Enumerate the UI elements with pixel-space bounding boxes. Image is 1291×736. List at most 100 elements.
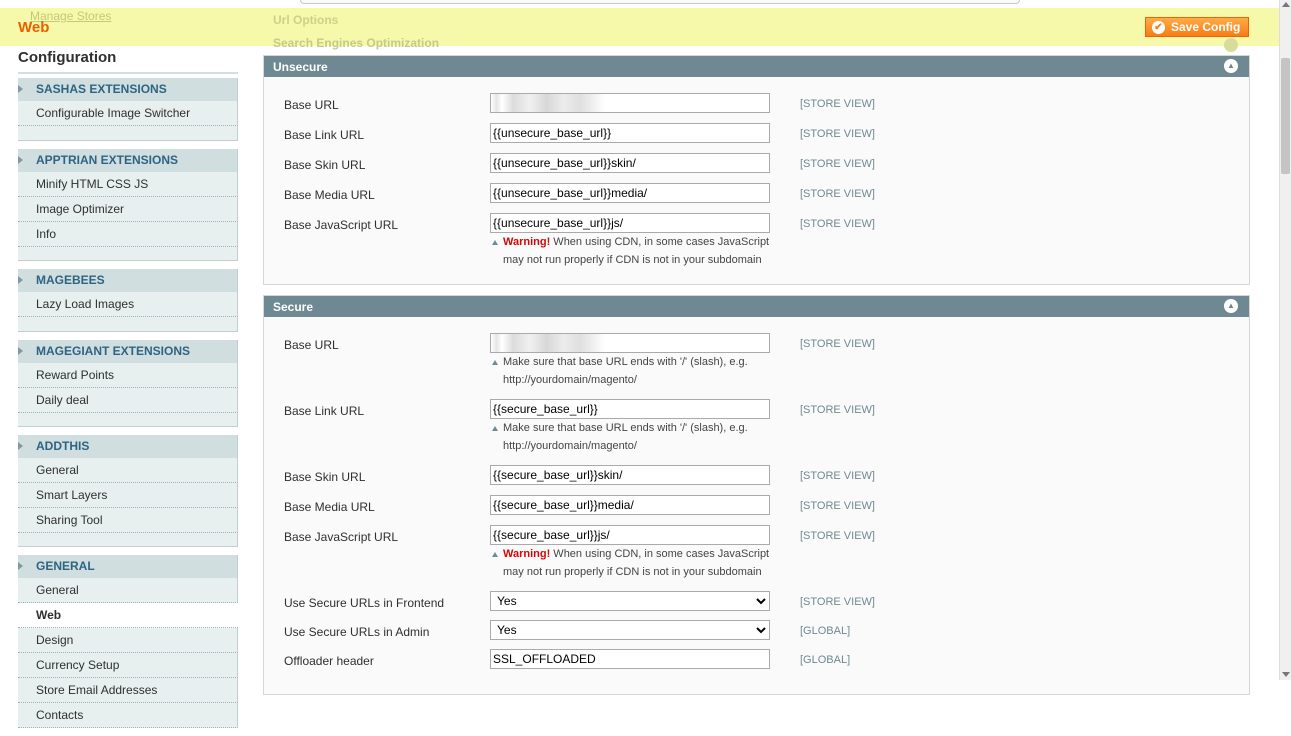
secure-base-skin-url-input[interactable] bbox=[490, 465, 770, 485]
sidebar-group-title[interactable]: ADDTHIS bbox=[18, 435, 238, 458]
cdn-warning-note: Warning! When using CDN, in some cases J… bbox=[490, 545, 780, 581]
sidebar-item-image-optimizer[interactable]: Image Optimizer bbox=[18, 197, 238, 222]
url-options-section-header[interactable]: Url Options bbox=[273, 13, 338, 27]
sidebar-item-sharing-tool[interactable]: Sharing Tool bbox=[18, 508, 238, 533]
browser-top-edge bbox=[0, 0, 1279, 8]
checkmark-icon: ✔ bbox=[1152, 21, 1165, 34]
sidebar-item-store-email-addresses[interactable]: Store Email Addresses bbox=[18, 678, 238, 703]
slash-hint-note: Make sure that base URL ends with '/' (s… bbox=[490, 353, 780, 389]
secure-section-header[interactable]: Secure ▲ bbox=[264, 296, 1249, 317]
secure-section: Secure ▲ Base URL [STORE VIEW] Make sure… bbox=[263, 295, 1250, 695]
sidebar-group-title[interactable]: MAGEGIANT EXTENSIONS bbox=[18, 340, 238, 363]
sidebar-item-reward-points[interactable]: Reward Points bbox=[18, 363, 238, 388]
secure-base-url-input[interactable] bbox=[490, 333, 770, 353]
offloader-header-input[interactable] bbox=[490, 649, 770, 669]
field-label: Offloader header bbox=[284, 654, 374, 668]
section-title: Unsecure bbox=[273, 60, 328, 74]
unsecure-section: Unsecure ▲ Base URL [STORE VIEW] Base Li… bbox=[263, 55, 1250, 285]
field-label: Base URL bbox=[284, 338, 339, 352]
cdn-warning-note: Warning! When using CDN, in some cases J… bbox=[490, 233, 780, 269]
scroll-down-arrow-icon[interactable] bbox=[1282, 672, 1290, 677]
secure-base-link-url-input[interactable] bbox=[490, 399, 770, 419]
sidebar-group-spacer bbox=[18, 126, 238, 141]
field-label: Base URL bbox=[284, 98, 339, 112]
page-scrollbar[interactable] bbox=[1279, 0, 1291, 680]
field-label: Base JavaScript URL bbox=[284, 218, 399, 232]
sidebar-item-configurable-image-switcher[interactable]: Configurable Image Switcher bbox=[18, 101, 238, 126]
field-label: Base Skin URL bbox=[284, 470, 366, 484]
scope-label: [STORE VIEW] bbox=[800, 218, 875, 230]
sidebar-group-addthis: ADDTHIS General Smart Layers Sharing Too… bbox=[18, 435, 238, 547]
scope-label: [STORE VIEW] bbox=[800, 596, 875, 608]
use-secure-frontend-select[interactable]: Yes bbox=[490, 591, 770, 611]
field-label: Base Link URL bbox=[284, 404, 365, 418]
sidebar-group-title[interactable]: SASHAS EXTENSIONS bbox=[18, 78, 238, 101]
unsecure-base-url-input[interactable] bbox=[490, 93, 770, 113]
sidebar-group-title[interactable]: GENERAL bbox=[18, 555, 238, 578]
scope-label: [STORE VIEW] bbox=[800, 338, 875, 350]
sidebar-item-general[interactable]: General bbox=[18, 578, 238, 603]
unsecure-section-header[interactable]: Unsecure ▲ bbox=[264, 56, 1249, 77]
sidebar-item-web[interactable]: Web bbox=[18, 603, 238, 628]
slash-hint-note: Make sure that base URL ends with '/' (s… bbox=[490, 419, 780, 455]
save-config-label: Save Config bbox=[1171, 20, 1241, 34]
sidebar-group-spacer bbox=[18, 533, 238, 547]
sidebar-item-daily-deal[interactable]: Daily deal bbox=[18, 388, 238, 413]
sidebar-group-magegiant: MAGEGIANT EXTENSIONS Reward Points Daily… bbox=[18, 340, 238, 427]
sidebar-group-spacer bbox=[18, 413, 238, 427]
field-label: Base Media URL bbox=[284, 500, 375, 514]
section-title: Secure bbox=[273, 300, 314, 314]
field-label: Base Link URL bbox=[284, 128, 365, 142]
scope-label: [STORE VIEW] bbox=[800, 500, 875, 512]
warning-label: Warning! bbox=[503, 548, 551, 560]
warning-label: Warning! bbox=[503, 236, 551, 248]
use-secure-admin-select[interactable]: Yes bbox=[490, 620, 770, 640]
scope-label: [STORE VIEW] bbox=[800, 530, 875, 542]
scope-label: [STORE VIEW] bbox=[800, 470, 875, 482]
field-label: Base Skin URL bbox=[284, 158, 366, 172]
sidebar-group-apptrian: APPTRIAN EXTENSIONS Minify HTML CSS JS I… bbox=[18, 149, 238, 261]
unsecure-base-media-url-input[interactable] bbox=[490, 183, 770, 203]
scope-label: [STORE VIEW] bbox=[800, 188, 875, 200]
unsecure-base-link-url-input[interactable] bbox=[490, 123, 770, 143]
sidebar-item-minify[interactable]: Minify HTML CSS JS bbox=[18, 172, 238, 197]
sidebar-group-title[interactable]: APPTRIAN EXTENSIONS bbox=[18, 149, 238, 172]
scroll-thumb[interactable] bbox=[1281, 58, 1290, 174]
scroll-up-arrow-icon[interactable] bbox=[1282, 2, 1290, 7]
sidebar-item-design[interactable]: Design bbox=[18, 628, 238, 653]
scope-label: [STORE VIEW] bbox=[800, 98, 875, 110]
field-label: Use Secure URLs in Frontend bbox=[284, 596, 445, 610]
sidebar-group-sashas: SASHAS EXTENSIONS Configurable Image Swi… bbox=[18, 78, 238, 141]
sidebar-group-magebees: MAGEBEES Lazy Load Images bbox=[18, 269, 238, 332]
sidebar-item-contacts[interactable]: Contacts bbox=[18, 703, 238, 728]
sidebar-group-title[interactable]: MAGEBEES bbox=[18, 269, 238, 292]
unsecure-base-skin-url-input[interactable] bbox=[490, 153, 770, 173]
scope-label: [GLOBAL] bbox=[800, 654, 851, 666]
save-config-button[interactable]: ✔ Save Config bbox=[1145, 17, 1249, 37]
sidebar-item-info[interactable]: Info bbox=[18, 222, 238, 247]
secure-base-js-url-input[interactable] bbox=[490, 525, 770, 545]
sidebar-heading: Configuration bbox=[18, 46, 238, 74]
collapse-icon[interactable]: ▲ bbox=[1224, 59, 1238, 73]
scope-label: [GLOBAL] bbox=[800, 625, 851, 637]
sidebar-group-spacer bbox=[18, 247, 238, 261]
sidebar-item-addthis-general[interactable]: General bbox=[18, 458, 238, 483]
field-label: Base JavaScript URL bbox=[284, 530, 399, 544]
sidebar-item-smart-layers[interactable]: Smart Layers bbox=[18, 483, 238, 508]
field-label: Base Media URL bbox=[284, 188, 375, 202]
sidebar-group-general: GENERAL General Web Design Currency Setu… bbox=[18, 555, 238, 728]
collapse-icon[interactable]: ▲ bbox=[1224, 299, 1238, 313]
scope-label: [STORE VIEW] bbox=[800, 404, 875, 416]
sidebar-item-lazy-load-images[interactable]: Lazy Load Images bbox=[18, 292, 238, 317]
secure-base-media-url-input[interactable] bbox=[490, 495, 770, 515]
sidebar-group-spacer bbox=[18, 317, 238, 332]
seo-toggle-icon[interactable] bbox=[1224, 38, 1238, 52]
page-title: Web bbox=[18, 19, 50, 36]
unsecure-base-js-url-input[interactable] bbox=[490, 213, 770, 233]
seo-section-header[interactable]: Search Engines Optimization bbox=[273, 36, 439, 50]
config-sidebar: Configuration SASHAS EXTENSIONS Configur… bbox=[18, 46, 238, 736]
field-label: Use Secure URLs in Admin bbox=[284, 625, 430, 639]
sidebar-item-currency-setup[interactable]: Currency Setup bbox=[18, 653, 238, 678]
scope-label: [STORE VIEW] bbox=[800, 158, 875, 170]
scope-label: [STORE VIEW] bbox=[800, 128, 875, 140]
